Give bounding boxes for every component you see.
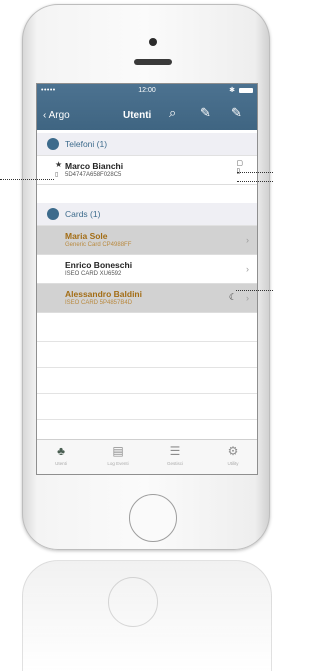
- section-label: Cards (1): [65, 209, 101, 219]
- section-header-phones: Telefoni (1): [37, 133, 257, 156]
- chevron-right-icon: ›: [246, 235, 249, 245]
- card-detail: ISEO CARD 5P4857B4D: [65, 300, 133, 306]
- list-divider: [37, 393, 257, 394]
- chevron-right-icon: ›: [246, 264, 249, 274]
- status-time: 12:00: [138, 87, 156, 94]
- phone-reflection: [22, 560, 272, 671]
- list-divider: [37, 419, 257, 420]
- callout-line-left: [0, 179, 54, 180]
- card-user-name: Maria Sole: [65, 231, 108, 241]
- callout-line-right-moon: [236, 290, 273, 291]
- home-button[interactable]: [129, 494, 177, 542]
- user-name: Marco Bianchi: [65, 161, 124, 171]
- edit-key-icon[interactable]: ✎: [231, 106, 242, 120]
- list-icon: ☰: [169, 444, 181, 458]
- tab-label: Gestisci: [166, 461, 183, 466]
- callout-line-right-bottom: [237, 181, 273, 182]
- back-label: Argo: [48, 110, 70, 121]
- minus-circle-icon[interactable]: [47, 208, 59, 220]
- section-header-cards: Cards (1): [37, 203, 257, 226]
- card-user-name: Enrico Boneschi: [65, 260, 133, 270]
- list-divider: [37, 367, 257, 368]
- users-icon: ♣: [57, 444, 65, 458]
- device-id: 5D4747A658F028C5: [65, 172, 122, 178]
- list-item-card[interactable]: Maria Sole Generic Card CP4988FF ›: [37, 226, 257, 255]
- log-icon: ▤: [112, 444, 124, 458]
- tab-utility[interactable]: ⚙ Utility: [213, 444, 253, 466]
- bluetooth-icon: ✱: [229, 87, 235, 94]
- tab-log-events[interactable]: ▤ Log Eventi: [98, 444, 138, 466]
- minus-circle-icon[interactable]: [47, 138, 59, 150]
- list-item-card[interactable]: Enrico Boneschi ISEO CARD XU6592 ›: [37, 255, 257, 284]
- tab-label: Utenti: [55, 461, 67, 466]
- moon-icon: ☾: [228, 292, 237, 302]
- edit-key-icon[interactable]: ✎: [200, 106, 211, 120]
- tab-users[interactable]: ♣ Utenti: [41, 444, 81, 466]
- list-item-phone[interactable]: ★ ▯ Marco Bianchi 5D4747A658F028C5 ▢ ▯: [37, 156, 257, 185]
- tab-bar: ♣ Utenti ▤ Log Eventi ☰ Gestisci ⚙ Utili…: [37, 439, 257, 474]
- back-button[interactable]: ‹ Argo: [43, 110, 70, 121]
- card-detail: Generic Card CP4988FF: [65, 242, 132, 248]
- status-bar: ••••• 12:00 ✱: [41, 87, 253, 97]
- callout-line-right-top: [237, 172, 273, 173]
- card-detail: ISEO CARD XU6592: [65, 271, 122, 277]
- card-user-name: Alessandro Baldini: [65, 289, 142, 299]
- camera: [149, 38, 157, 46]
- tab-label: Log Eventi: [107, 461, 129, 466]
- tab-manage[interactable]: ☰ Gestisci: [155, 444, 195, 466]
- page-title: Utenti: [123, 110, 152, 121]
- gear-icon: ⚙: [227, 444, 239, 458]
- section-label: Telefoni (1): [65, 139, 108, 149]
- navigation-bar: ••••• 12:00 ✱ ‹ Argo Utenti ⌕ ✎ ✎: [37, 84, 257, 130]
- app-screen: ••••• 12:00 ✱ ‹ Argo Utenti ⌕ ✎ ✎ Telefo…: [36, 83, 258, 475]
- lock-icon: ▢ ▯: [236, 160, 243, 175]
- star-icon: ★: [55, 160, 63, 169]
- home-button-reflection: [108, 577, 158, 627]
- battery-icon: [239, 88, 253, 93]
- phone-icon: ▯: [55, 172, 59, 178]
- chevron-right-icon: ›: [246, 293, 249, 303]
- list-divider: [37, 341, 257, 342]
- search-icon[interactable]: ⌕: [169, 106, 176, 120]
- tab-label: Utility: [227, 461, 239, 466]
- list-item-card[interactable]: Alessandro Baldini ISEO CARD 5P4857B4D ☾…: [37, 284, 257, 313]
- speaker-grille: [134, 59, 172, 65]
